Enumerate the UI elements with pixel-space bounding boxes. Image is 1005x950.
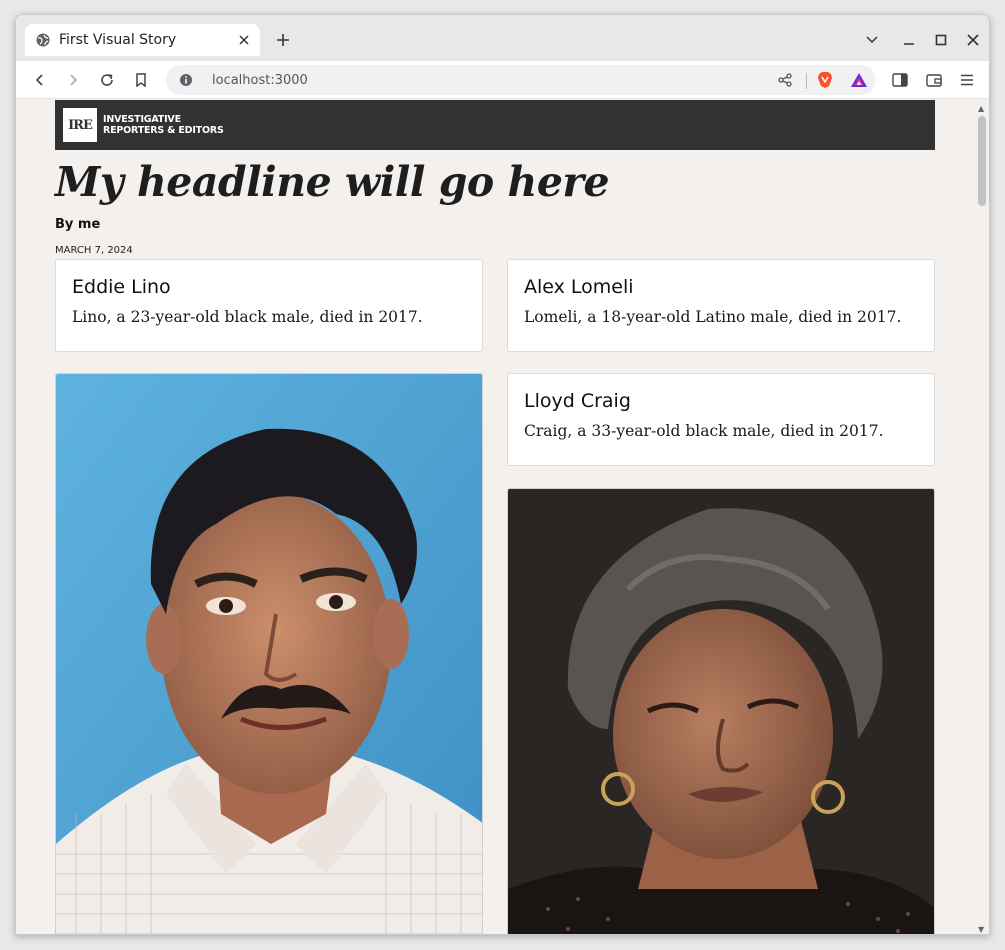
page-content: IRE INVESTIGATIVE REPORTERS & EDITORS My… [16,100,974,934]
tab-strip: First Visual Story [16,15,989,61]
org-line-1: INVESTIGATIVE [103,114,181,125]
tab-title: First Visual Story [59,32,177,48]
page-title: My headline will go here [55,158,610,206]
site-info-icon[interactable] [178,72,194,88]
ire-logo[interactable]: IRE [63,108,97,142]
minimize-button[interactable] [898,29,920,51]
victim-card: Alex Lomeli Lomeli, a 18-year-old Latino… [507,259,935,352]
victim-card: Eddie Lino Lino, a 23-year-old black mal… [55,259,483,352]
brave-rewards-icon[interactable] [848,69,870,91]
share-icon[interactable] [774,69,796,91]
victim-photo-man [55,373,483,934]
victim-description: Craig, a 33-year-old black male, died in… [524,422,884,440]
byline: By me [55,217,101,232]
close-window-button[interactable] [962,29,984,51]
url-text: localhost:3000 [212,72,308,88]
victim-photo-woman [507,488,935,934]
new-tab-button[interactable] [272,29,294,51]
globe-icon [35,32,51,48]
victim-card: Lloyd Craig Craig, a 33-year-old black m… [507,373,935,466]
address-bar[interactable]: localhost:3000 [166,65,876,95]
page-scrollbar[interactable]: ▲ ▼ [974,100,989,934]
victim-name: Eddie Lino [72,276,171,298]
wallet-icon[interactable] [923,69,945,91]
publish-date: MARCH 7, 2024 [55,245,133,256]
bookmark-icon[interactable] [130,69,152,91]
forward-button[interactable] [62,69,84,91]
sidebar-toggle-icon[interactable] [889,69,911,91]
org-name: INVESTIGATIVE REPORTERS & EDITORS [103,114,224,136]
victim-name: Alex Lomeli [524,276,634,298]
reload-button[interactable] [96,69,118,91]
org-line-2: REPORTERS & EDITORS [103,125,224,136]
browser-toolbar: localhost:3000 [16,61,989,99]
menu-icon[interactable] [956,69,978,91]
tab-search-chevron-icon[interactable] [861,29,883,51]
scroll-up-arrow-icon[interactable]: ▲ [978,104,984,113]
maximize-button[interactable] [930,29,952,51]
victim-name: Lloyd Craig [524,390,631,412]
victim-description: Lino, a 23-year-old black male, died in … [72,308,423,326]
back-button[interactable] [29,69,51,91]
scroll-down-arrow-icon[interactable]: ▼ [978,925,984,934]
masthead: IRE INVESTIGATIVE REPORTERS & EDITORS [55,100,935,150]
toolbar-separator [806,73,807,89]
browser-window: First Visual Story localhost:3000 IRE IN… [15,14,990,935]
brave-shields-icon[interactable] [814,69,836,91]
close-tab-icon[interactable] [236,32,252,48]
scrollbar-thumb[interactable] [978,116,986,206]
tab-active[interactable]: First Visual Story [25,24,260,56]
victim-description: Lomeli, a 18-year-old Latino male, died … [524,308,902,326]
